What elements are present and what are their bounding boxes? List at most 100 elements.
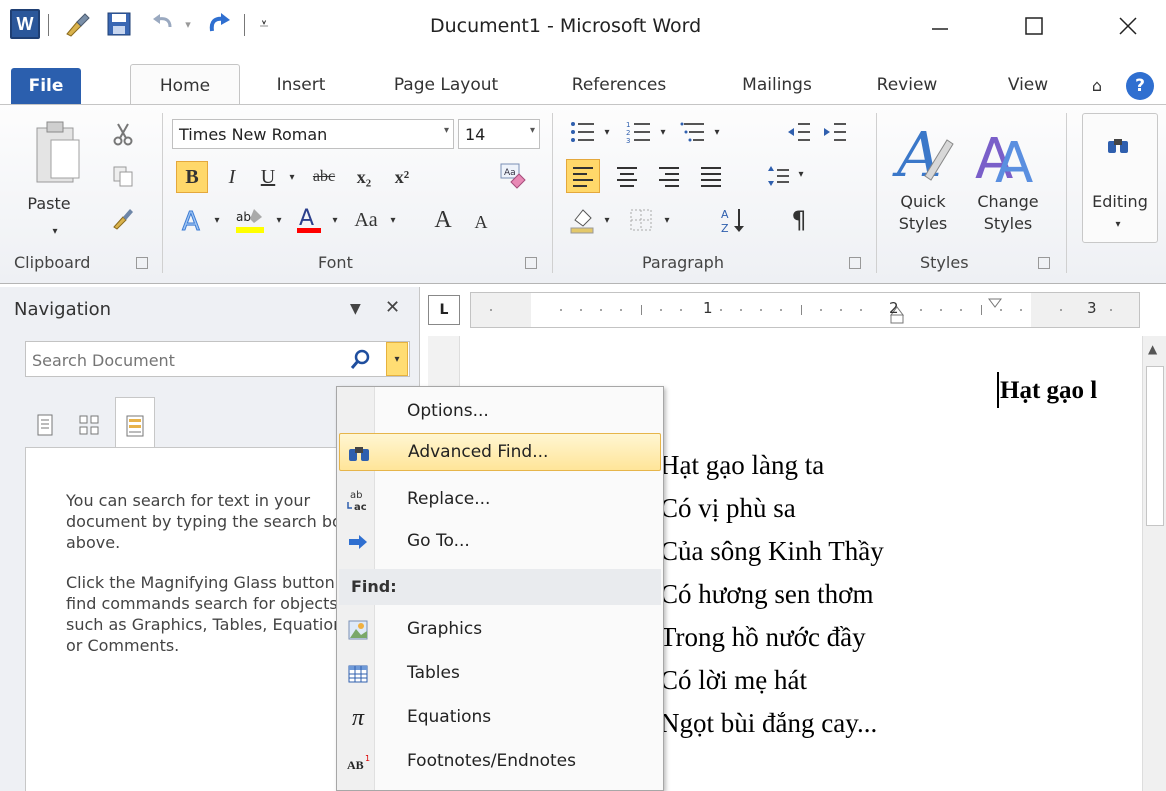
shading-dropdown-icon[interactable]: ▾ [600,213,614,227]
binoculars-icon[interactable] [1100,127,1136,163]
customize-qat-icon[interactable]: ⩡ [252,8,276,40]
font-launcher-icon[interactable] [525,257,537,269]
scroll-up-icon[interactable]: ▲ [1148,342,1157,356]
tab-references[interactable]: References [556,64,682,106]
horizontal-ruler[interactable]: 1 2 3 [470,292,1140,328]
bullets-icon[interactable] [566,117,600,147]
highlight-icon[interactable]: ab [232,203,268,237]
poem-line[interactable]: Có lời mẹ hát [660,665,807,696]
text-effects-dropdown-icon[interactable]: ▾ [210,213,224,227]
tab-mailings[interactable]: Mailings [722,64,832,106]
close-icon[interactable] [1098,6,1158,46]
poem-line[interactable]: Trong hồ nước đầy [660,622,866,653]
poem-line[interactable]: Có vị phù sa [660,493,796,524]
menu-item-graphics[interactable]: Graphics [339,611,661,649]
cut-icon[interactable] [108,119,138,149]
borders-icon[interactable] [624,203,658,237]
headings-view-icon[interactable] [25,405,65,445]
subscript-button[interactable]: x₂ [346,161,382,193]
clipboard-launcher-icon[interactable] [136,257,148,269]
pages-view-icon[interactable] [69,405,109,445]
change-styles-icon[interactable]: AA [970,113,1042,193]
chevron-down-icon[interactable]: ▾ [444,125,449,136]
search-icon[interactable] [346,344,376,374]
tab-home[interactable]: Home [130,64,240,106]
document-heading[interactable]: Hạt gạo l [1000,377,1097,405]
menu-item-equations[interactable]: π Equations [339,699,661,737]
decrease-indent-icon[interactable] [782,117,816,147]
line-spacing-icon[interactable] [764,159,794,193]
paste-icon[interactable] [28,115,86,193]
scroll-thumb[interactable] [1146,366,1164,526]
multilevel-list-icon[interactable] [676,117,710,147]
align-left-icon[interactable] [566,159,600,193]
align-center-icon[interactable] [610,159,644,193]
align-right-icon[interactable] [652,159,686,193]
tab-page-layout[interactable]: Page Layout [376,64,516,106]
change-styles-label[interactable]: Change Styles [966,191,1050,235]
font-color-icon[interactable]: A [292,203,326,237]
numbering-icon[interactable]: 123 [622,117,656,147]
font-name-combo[interactable]: Times New Roman ▾ [172,119,454,149]
menu-item-options[interactable]: Options... [339,393,661,431]
format-painter-qat-icon[interactable] [60,8,94,40]
shading-icon[interactable] [566,203,600,237]
bold-button[interactable]: B [176,161,208,193]
poem-line[interactable]: Của sông Kinh Thầy [660,536,884,567]
help-icon[interactable]: ? [1126,72,1154,100]
menu-item-replace[interactable]: ab ac Replace... [339,481,661,519]
menu-item-tables[interactable]: Tables [339,655,661,693]
tab-insert[interactable]: Insert [262,64,340,106]
italic-button[interactable]: I [216,161,248,193]
poem-line[interactable]: Hạt gạo làng ta [660,450,824,481]
increase-indent-icon[interactable] [818,117,852,147]
close-pane-icon[interactable]: ✕ [385,297,400,318]
shrink-font-button[interactable]: A [466,207,496,237]
grow-font-button[interactable]: A [426,203,460,237]
task-pane-options-icon[interactable]: ▼ [350,301,361,317]
change-case-dropdown-icon[interactable]: ▾ [386,213,400,227]
change-case-button[interactable]: Aa [346,203,386,237]
menu-item-advanced-find[interactable]: Advanced Find... [339,433,661,471]
font-color-dropdown-icon[interactable]: ▾ [328,213,342,227]
save-icon[interactable] [102,8,136,40]
highlight-dropdown-icon[interactable]: ▾ [272,213,286,227]
bullets-dropdown-icon[interactable]: ▾ [600,125,614,139]
multilevel-dropdown-icon[interactable]: ▾ [710,125,724,139]
format-painter-icon[interactable] [108,203,138,233]
underline-dropdown-icon[interactable]: ▾ [284,169,300,185]
sort-icon[interactable]: AZ [716,203,750,237]
chevron-down-icon[interactable]: ▾ [530,125,535,136]
font-size-combo[interactable]: 14 ▾ [458,119,540,149]
word-logo-icon[interactable]: W [10,9,40,39]
paste-dropdown-icon[interactable]: ▾ [40,221,70,241]
text-effects-icon[interactable]: A [176,203,210,237]
superscript-button[interactable]: x² [384,161,420,193]
copy-icon[interactable] [108,161,138,191]
paragraph-launcher-icon[interactable] [849,257,861,269]
undo-icon[interactable] [146,8,180,40]
poem-line[interactable]: Có hương sen thơm [660,579,873,610]
results-view-icon[interactable] [115,397,155,453]
menu-item-footnotes-endnotes[interactable]: AB 1 Footnotes/Endnotes [339,743,661,781]
undo-dropdown-icon[interactable]: ▾ [180,8,196,40]
show-formatting-marks-button[interactable]: ¶ [782,203,816,237]
line-spacing-dropdown-icon[interactable]: ▾ [794,167,808,181]
maximize-icon[interactable] [1004,6,1064,46]
editing-label[interactable]: Editing [1082,191,1158,213]
quick-styles-label[interactable]: Quick Styles [884,191,962,235]
tab-view[interactable]: View [996,64,1060,106]
redo-icon[interactable] [202,8,236,40]
clear-formatting-icon[interactable]: Aa [494,157,530,193]
strikethrough-button[interactable]: abc [304,161,344,193]
paste-label[interactable]: Paste [14,193,84,215]
quick-styles-icon[interactable]: A [888,113,958,193]
tab-file[interactable]: File [11,68,81,104]
search-dropdown-icon[interactable]: ▾ [386,342,408,376]
underline-button[interactable]: U [252,161,284,193]
borders-dropdown-icon[interactable]: ▾ [660,213,674,227]
tab-review[interactable]: Review [864,64,950,106]
styles-launcher-icon[interactable] [1038,257,1050,269]
tab-selector-button[interactable]: L [428,295,460,325]
minimize-ribbon-icon[interactable]: ⌂ [1080,64,1114,106]
